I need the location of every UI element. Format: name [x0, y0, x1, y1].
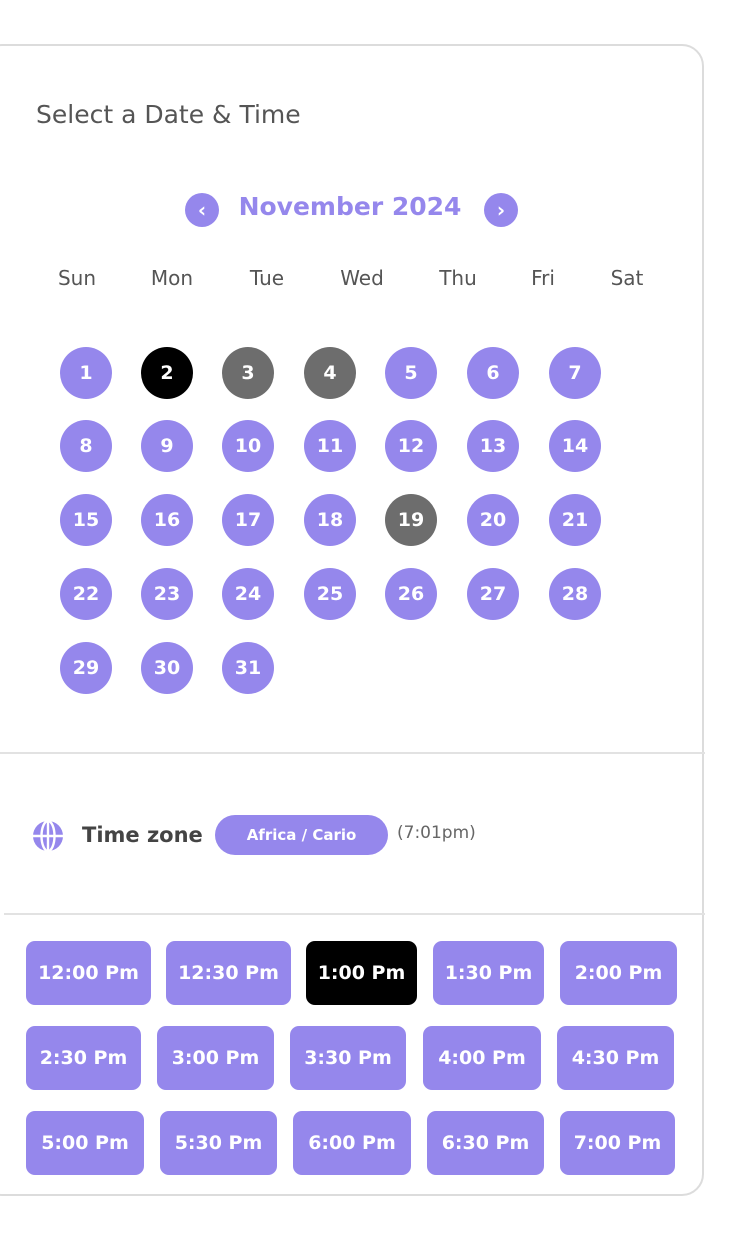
- calendar-day[interactable]: 31: [222, 642, 274, 694]
- page-title: Select a Date & Time: [36, 100, 301, 129]
- weekday-sun: Sun: [57, 266, 97, 290]
- calendar-day[interactable]: 1: [60, 347, 112, 399]
- calendar-day[interactable]: 9: [141, 420, 193, 472]
- time-slot-button[interactable]: 5:30 Pm: [160, 1111, 277, 1175]
- time-slot-button[interactable]: 3:00 Pm: [157, 1026, 274, 1090]
- calendar-day[interactable]: 16: [141, 494, 193, 546]
- calendar-day[interactable]: 23: [141, 568, 193, 620]
- prev-month-button[interactable]: ‹: [185, 193, 219, 227]
- next-month-button[interactable]: ›: [484, 193, 518, 227]
- weekday-thu: Thu: [439, 266, 477, 290]
- chevron-right-icon: ›: [496, 198, 506, 222]
- calendar-day[interactable]: 11: [304, 420, 356, 472]
- time-slot-button[interactable]: 2:00 Pm: [560, 941, 677, 1005]
- time-slot-button[interactable]: 12:00 Pm: [26, 941, 151, 1005]
- calendar-day[interactable]: 10: [222, 420, 274, 472]
- calendar-day[interactable]: 7: [549, 347, 601, 399]
- time-slot-button[interactable]: 2:30 Pm: [26, 1026, 141, 1090]
- time-slot-button[interactable]: 4:30 Pm: [557, 1026, 674, 1090]
- time-slot-button[interactable]: 12:30 Pm: [166, 941, 291, 1005]
- calendar-day[interactable]: 14: [549, 420, 601, 472]
- calendar-day[interactable]: 4: [304, 347, 356, 399]
- month-label: November 2024: [238, 192, 462, 221]
- time-slot-button[interactable]: 6:00 Pm: [293, 1111, 411, 1175]
- calendar-day[interactable]: 6: [467, 347, 519, 399]
- calendar-day[interactable]: 20: [467, 494, 519, 546]
- calendar-day[interactable]: 18: [304, 494, 356, 546]
- time-slot-button[interactable]: 1:00 Pm: [306, 941, 417, 1005]
- calendar-day[interactable]: 19: [385, 494, 437, 546]
- globe-icon: [33, 819, 63, 853]
- calendar-day[interactable]: 28: [549, 568, 601, 620]
- weekday-wed: Wed: [340, 266, 384, 290]
- time-slot-button[interactable]: 6:30 Pm: [427, 1111, 544, 1175]
- calendar-day[interactable]: 21: [549, 494, 601, 546]
- weekday-tue: Tue: [249, 266, 285, 290]
- time-slot-button[interactable]: 5:00 Pm: [26, 1111, 144, 1175]
- timezone-select[interactable]: Africa / Cario: [215, 815, 388, 855]
- calendar-day[interactable]: 29: [60, 642, 112, 694]
- weekday-mon: Mon: [150, 266, 194, 290]
- time-slot-button[interactable]: 1:30 Pm: [433, 941, 544, 1005]
- timezone-label: Time zone: [82, 823, 203, 847]
- calendar-day[interactable]: 26: [385, 568, 437, 620]
- calendar-day[interactable]: 13: [467, 420, 519, 472]
- calendar-day[interactable]: 30: [141, 642, 193, 694]
- calendar-day[interactable]: 25: [304, 568, 356, 620]
- calendar-day[interactable]: 3: [222, 347, 274, 399]
- calendar-day[interactable]: 2: [141, 347, 193, 399]
- weekday-sat: Sat: [610, 266, 644, 290]
- time-slot-button[interactable]: 3:30 Pm: [290, 1026, 406, 1090]
- time-slot-button[interactable]: 4:00 Pm: [423, 1026, 541, 1090]
- timezone-current-time: (7:01pm): [397, 823, 476, 843]
- divider-bottom: [4, 913, 705, 915]
- chevron-left-icon: ‹: [197, 198, 207, 222]
- calendar-day[interactable]: 27: [467, 568, 519, 620]
- calendar-day[interactable]: 12: [385, 420, 437, 472]
- calendar-day[interactable]: 24: [222, 568, 274, 620]
- calendar-day[interactable]: 8: [60, 420, 112, 472]
- weekday-fri: Fri: [531, 266, 555, 290]
- calendar-day[interactable]: 17: [222, 494, 274, 546]
- calendar-day[interactable]: 5: [385, 347, 437, 399]
- divider-top: [0, 752, 705, 754]
- calendar-day[interactable]: 15: [60, 494, 112, 546]
- time-slot-button[interactable]: 7:00 Pm: [560, 1111, 675, 1175]
- calendar-day[interactable]: 22: [60, 568, 112, 620]
